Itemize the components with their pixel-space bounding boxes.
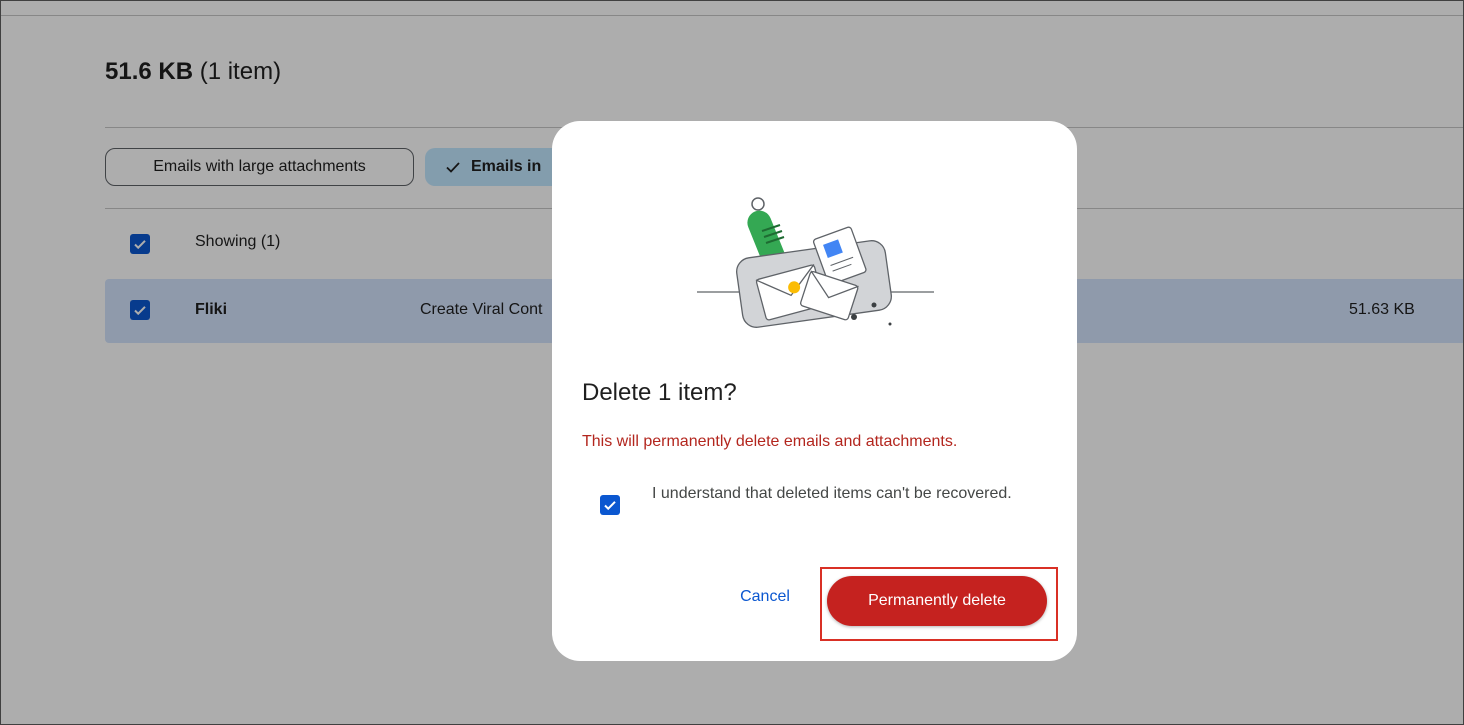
- confirm-label: I understand that deleted items can't be…: [652, 485, 1012, 502]
- checkbox-checked-icon: [604, 501, 616, 511]
- dialog-warning: This will permanently delete emails and …: [582, 433, 958, 450]
- delete-illustration: [697, 197, 934, 328]
- cancel-button[interactable]: Cancel: [720, 577, 810, 617]
- dialog-title: Delete 1 item?: [582, 379, 737, 406]
- confirm-checkbox[interactable]: [600, 495, 620, 515]
- permanently-delete-button[interactable]: Permanently delete: [827, 576, 1047, 626]
- delete-dialog: Delete 1 item? This will permanently del…: [552, 121, 1077, 661]
